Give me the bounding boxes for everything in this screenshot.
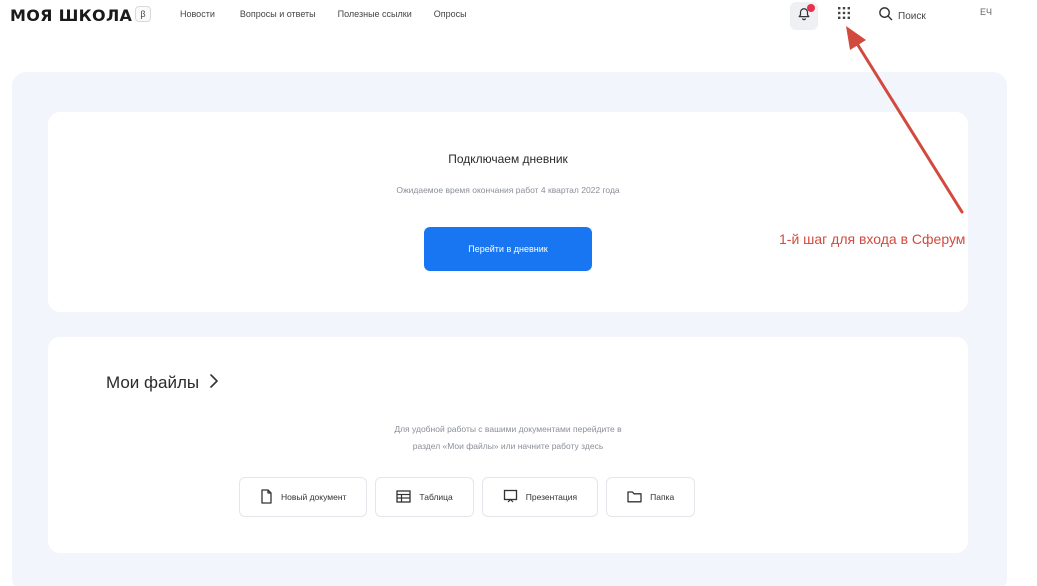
new-document-button[interactable]: Новый документ [239, 477, 368, 517]
main-nav: Новости Вопросы и ответы Полезные ссылки… [180, 9, 489, 19]
table-label: Таблица [419, 492, 453, 502]
search-button[interactable]: Поиск [878, 6, 926, 26]
folder-button[interactable]: Папка [606, 477, 696, 517]
grid-icon [837, 6, 851, 25]
beta-badge: β [135, 6, 151, 22]
avatar[interactable]: ЕЧ [980, 7, 992, 17]
apps-button[interactable] [835, 6, 853, 24]
files-description-line-2: раздел «Мои файлы» или начните работу зд… [412, 441, 604, 451]
top-header: МОЯ ШКОЛА β Новости Вопросы и ответы Пол… [0, 0, 1037, 38]
search-icon [878, 6, 893, 26]
nav-item-news[interactable]: Новости [180, 9, 215, 19]
search-label: Поиск [898, 10, 926, 22]
new-document-label: Новый документ [281, 492, 347, 502]
diary-title: Подключаем дневник [448, 152, 568, 166]
notifications-button[interactable] [790, 2, 818, 30]
table-icon [396, 489, 412, 505]
folder-icon [627, 490, 642, 505]
diary-subtitle: Ожидаемое время окончания работ 4 кварта… [396, 185, 620, 195]
annotation-label: 1-й шаг для входа в Сферум [779, 231, 966, 247]
files-description: Для удобной работы с вашими документами … [48, 421, 968, 455]
go-to-diary-button[interactable]: Перейти в дневник [424, 227, 592, 271]
files-title: Мои файлы [106, 373, 200, 392]
folder-label: Папка [650, 492, 675, 502]
presentation-label: Презентация [525, 492, 578, 502]
files-card: Мои файлы Для удобной работы с вашими до… [48, 337, 968, 553]
diary-card: Подключаем дневник Ожидаемое время оконч… [48, 112, 968, 312]
main-container: Подключаем дневник Ожидаемое время оконч… [12, 72, 1007, 586]
nav-item-polls[interactable]: Опросы [434, 9, 467, 19]
notification-badge [807, 4, 815, 12]
presentation-icon [503, 489, 518, 505]
nav-item-faq[interactable]: Вопросы и ответы [240, 9, 316, 19]
chevron-right-icon [209, 373, 219, 393]
files-description-line-1: Для удобной работы с вашими документами … [394, 424, 622, 434]
table-button[interactable]: Таблица [375, 477, 474, 517]
document-icon [260, 488, 273, 506]
my-files-link[interactable]: Мои файлы [106, 373, 219, 393]
file-actions: Новый документ Таблица Презентация Папка [239, 477, 696, 517]
nav-item-links[interactable]: Полезные ссылки [338, 9, 412, 19]
logo[interactable]: МОЯ ШКОЛА [10, 6, 132, 25]
presentation-button[interactable]: Презентация [481, 477, 599, 517]
